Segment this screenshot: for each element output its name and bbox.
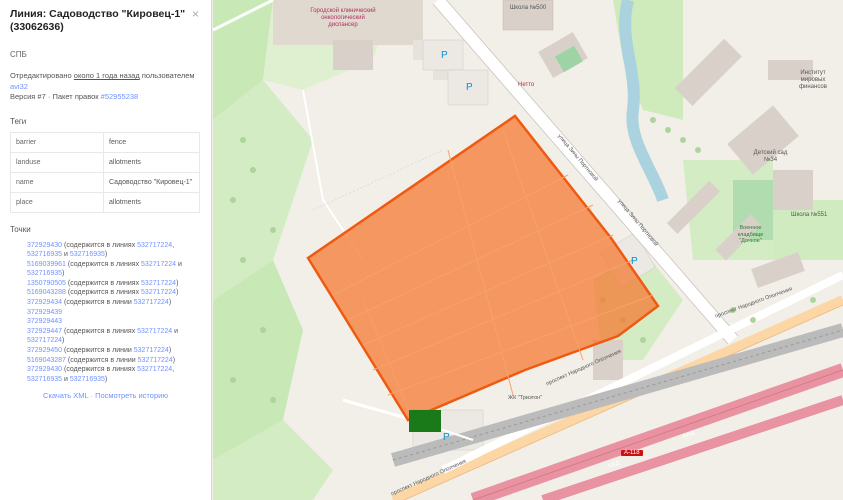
map-canvas	[213, 0, 843, 500]
tag-value: allotments	[103, 191, 200, 213]
list-item: 372929450 (содержится в линии 532717224)	[27, 347, 172, 355]
list-item: 372929447 (содержится в линиях 532717224…	[27, 327, 179, 345]
edited-by: пользователем	[139, 71, 195, 80]
list-item: 372929430 (содержится в линиях 532717224…	[27, 241, 175, 259]
list-item: 5169039961 (содержится в линиях 53271722…	[27, 260, 182, 278]
changeset-label: Пакет правок	[52, 92, 101, 101]
node-context: (содержится в линии	[62, 299, 134, 307]
way-link[interactable]: 532717224	[137, 366, 172, 373]
tag-row: place allotments	[10, 191, 200, 213]
list-item: 372929430 (содержится в линиях 532717224…	[27, 366, 175, 383]
way-link[interactable]: 532717224	[137, 328, 172, 335]
parking-icon-2: P	[466, 82, 473, 93]
points-list: 372929430 (содержится в линиях 532717224…	[10, 241, 201, 385]
way-link[interactable]: 532717224	[141, 289, 176, 296]
section-city: СПБ	[10, 50, 27, 59]
road-shield-a118: A-118	[621, 450, 643, 456]
sidebar-panel: × Линия: Садоводство "Кировец-1" (330626…	[0, 0, 212, 500]
list-item: 5169043288 (содержится в линиях 53271722…	[27, 289, 179, 297]
node-context: (содержится в линиях	[62, 327, 138, 335]
label-zk: ЖК "Триэтон"	[508, 395, 543, 401]
way-link[interactable]: 532717224	[141, 280, 176, 287]
label-institute: Институт мировых финансов	[799, 70, 827, 90]
map-view[interactable]: Городской клинический онкологический дис…	[213, 0, 843, 500]
list-item: 5169043287 (содержится в линии 532717224…	[27, 356, 176, 364]
tag-row: barrier fence	[10, 131, 200, 153]
way-link[interactable]: 532717224	[134, 347, 169, 354]
parking-icon-3: P	[631, 256, 638, 267]
way-link[interactable]: 532716935	[27, 270, 62, 277]
way-link[interactable]: 532716935	[27, 376, 62, 383]
node-link[interactable]: 372929447	[27, 328, 62, 335]
node-link[interactable]: 5169039961	[27, 261, 66, 268]
user-link[interactable]: avi32	[10, 82, 28, 91]
node-context: (содержится в линиях	[65, 289, 142, 297]
history-link[interactable]: Посмотреть историю	[95, 391, 168, 400]
tags-heading: Теги	[10, 116, 27, 126]
way-link[interactable]: 532717224	[138, 357, 173, 364]
label-cemetery: Военное кладбище "Дачное"	[737, 225, 764, 244]
node-link[interactable]: 372929430	[27, 366, 62, 373]
edited-prefix: Отредактировано	[10, 71, 74, 80]
node-link[interactable]: 372929434	[27, 299, 62, 306]
tags-table: barrier fence landuse allotments name Садовод…	[10, 131, 200, 213]
node-context: (содержится в линиях	[65, 279, 142, 287]
tag-key: place	[10, 191, 104, 213]
node-link[interactable]: 372929450	[27, 347, 62, 354]
points-heading: Точки	[10, 224, 31, 234]
way-link[interactable]: 532717224	[27, 337, 62, 344]
list-item: 372929439	[10, 308, 201, 318]
parking-icon-4: P	[443, 432, 450, 443]
node-context: (содержится в линиях	[62, 241, 138, 249]
node-context: (содержится в линиях	[65, 260, 142, 268]
download-xml-link[interactable]: Скачать XML	[43, 391, 88, 400]
tag-key: barrier	[10, 131, 104, 153]
tag-row: landuse allotments	[10, 151, 200, 173]
node-context: (содержится в линиях	[62, 366, 138, 374]
list-item: 372929443	[10, 317, 201, 327]
label-school551: Школа №551	[791, 212, 828, 218]
node-link[interactable]: 372929443	[27, 318, 62, 325]
footer-links: Скачать XML · Посмотреть историю	[10, 391, 201, 400]
way-link[interactable]: 532716935	[27, 251, 62, 258]
changeset-link[interactable]: #52955238	[101, 92, 139, 101]
version-label: Версия #7	[10, 92, 46, 101]
tag-value: allotments	[103, 151, 200, 173]
way-link[interactable]: 532717224	[141, 261, 176, 268]
node-link[interactable]: 5169043287	[27, 357, 66, 364]
label-hospital: Городской клинический онкологический дис…	[310, 8, 376, 28]
list-item: 372929434 (содержится в линии 532717224)	[27, 299, 172, 307]
node-context: (содержится в линии	[62, 347, 134, 355]
way-link[interactable]: 532717224	[134, 299, 169, 306]
tag-value: Садоводство "Кировец-1"	[103, 171, 200, 193]
tag-key: name	[10, 171, 104, 193]
parking-icon-1: P	[441, 50, 448, 61]
edit-meta: Отредактировано около 1 года назад польз…	[10, 71, 201, 103]
list-item: 1350790505 (содержится в линиях 53271722…	[27, 279, 179, 287]
edited-time: около 1 года назад	[73, 71, 140, 80]
node-link[interactable]: 1350790505	[27, 280, 66, 287]
tag-row: name Садоводство "Кировец-1"	[10, 171, 200, 193]
way-link[interactable]: 532716935	[70, 376, 105, 383]
node-link[interactable]: 372929439	[27, 309, 62, 316]
tag-value: fence	[103, 131, 200, 153]
node-link[interactable]: 5169043288	[27, 289, 66, 296]
tag-key: landuse	[10, 151, 104, 173]
close-icon[interactable]: ×	[192, 8, 199, 20]
node-context: (содержится в линии	[65, 356, 138, 364]
way-link[interactable]: 532716935	[70, 251, 105, 258]
node-link[interactable]: 372929430	[27, 242, 62, 249]
feature-title: Линия: Садоводство "Кировец-1" (33062636…	[10, 8, 186, 33]
way-link[interactable]: 532717224	[137, 242, 172, 249]
label-netto: Нетто	[518, 82, 535, 88]
label-kindergarten: Детский сад №34	[753, 150, 788, 163]
label-school500: Школа №500	[509, 5, 547, 11]
